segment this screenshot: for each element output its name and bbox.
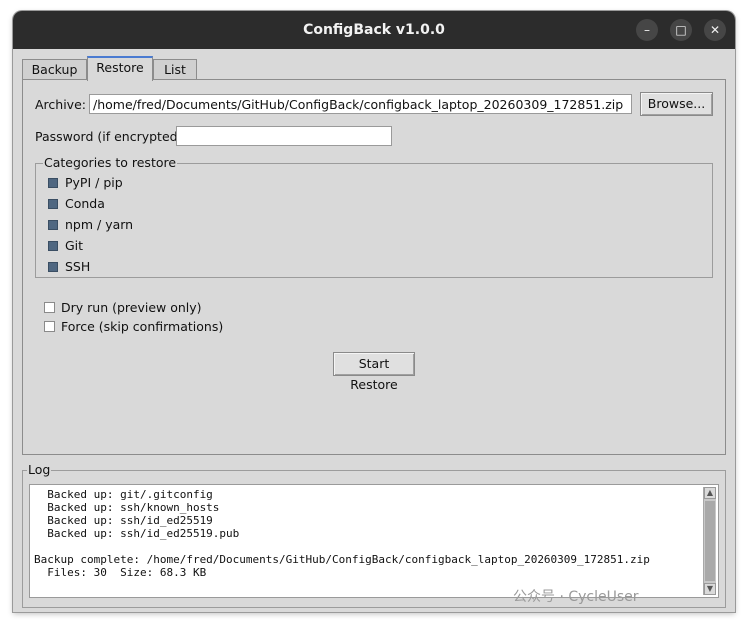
log-line: Backed up: ssh/known_hosts xyxy=(34,501,220,514)
categories-frame: Categories to restore PyPI / pip Conda n… xyxy=(35,156,713,278)
category-label: Git xyxy=(65,238,84,253)
scroll-down-icon[interactable]: ▼ xyxy=(704,583,716,595)
archive-label: Archive: xyxy=(35,97,86,112)
category-label: PyPI / pip xyxy=(65,175,123,190)
window-title: ConfigBack v1.0.0 xyxy=(303,22,445,38)
category-label: npm / yarn xyxy=(65,217,134,232)
log-line: Backed up: ssh/id_ed25519.pub xyxy=(34,527,240,540)
restore-panel: Archive: /home/fred/Documents/GitHub/Con… xyxy=(22,79,726,455)
minimize-button[interactable]: – xyxy=(636,19,658,41)
title-bar[interactable]: ConfigBack v1.0.0 – □ ✕ xyxy=(13,11,735,49)
password-label: Password (if encrypted): xyxy=(35,129,187,144)
password-input[interactable] xyxy=(176,126,392,146)
app-window: ConfigBack v1.0.0 – □ ✕ Backup Restore L… xyxy=(13,11,735,612)
category-label: SSH xyxy=(65,259,91,274)
checkbox-checked-icon xyxy=(48,262,58,272)
checkbox-unchecked-icon xyxy=(44,321,55,332)
start-restore-button[interactable]: Start Restore xyxy=(333,352,415,392)
log-line: Backed up: ssh/id_ed25519 xyxy=(34,514,213,527)
checkbox-checked-icon xyxy=(48,220,58,230)
log-line: Files: 30 Size: 68.3 KB xyxy=(34,566,207,579)
categories-title: Categories to restore xyxy=(43,155,178,170)
checkbox-checked-icon xyxy=(48,178,58,188)
category-label: Conda xyxy=(65,196,105,211)
log-line: Backed up: git/.gitconfig xyxy=(34,488,213,501)
archive-input[interactable]: /home/fred/Documents/GitHub/ConfigBack/c… xyxy=(89,94,632,114)
scroll-thumb[interactable] xyxy=(705,501,715,581)
force-label: Force (skip confirmations) xyxy=(61,319,224,334)
log-textbox[interactable]: Backed up: git/.gitconfig Backed up: ssh… xyxy=(29,484,719,598)
checkbox-unchecked-icon xyxy=(44,302,55,313)
log-content: Backed up: git/.gitconfig Backed up: ssh… xyxy=(34,488,650,579)
tab-backup[interactable]: Backup xyxy=(22,59,87,80)
watermark: 公众号 · CycleUser xyxy=(513,589,639,605)
tab-restore[interactable]: Restore xyxy=(87,56,153,81)
checkbox-checked-icon xyxy=(48,241,58,251)
maximize-button[interactable]: □ xyxy=(670,19,692,41)
dry-run-label: Dry run (preview only) xyxy=(61,300,202,315)
close-button[interactable]: ✕ xyxy=(704,19,726,41)
scroll-up-icon[interactable]: ▲ xyxy=(704,487,716,499)
log-scrollbar[interactable]: ▲ ▼ xyxy=(703,487,716,595)
browse-button[interactable]: Browse... xyxy=(640,92,713,116)
log-title: Log xyxy=(27,462,52,477)
tab-list[interactable]: List xyxy=(153,59,197,80)
log-line: Backup complete: /home/fred/Documents/Gi… xyxy=(34,553,650,566)
checkbox-checked-icon xyxy=(48,199,58,209)
